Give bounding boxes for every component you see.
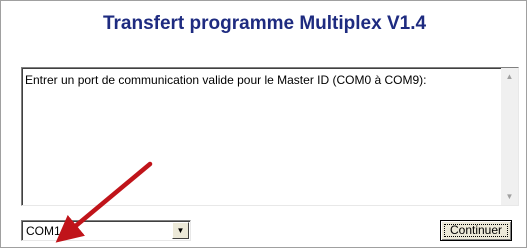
port-select-value: COM1 bbox=[26, 224, 61, 238]
port-select[interactable]: COM1 ▼ bbox=[21, 220, 191, 241]
scroll-up-arrow-icon[interactable]: ▲ bbox=[501, 68, 518, 85]
message-text: Entrer un port de communication valide p… bbox=[25, 73, 427, 87]
app-window: Transfert programme Multiplex V1.4 Entre… bbox=[0, 0, 527, 248]
message-textarea[interactable]: Entrer un port de communication valide p… bbox=[21, 67, 519, 206]
continue-button-label: Continuer bbox=[449, 223, 503, 237]
chevron-down-icon[interactable]: ▼ bbox=[172, 222, 189, 239]
vertical-scrollbar[interactable]: ▲ ▼ bbox=[501, 68, 518, 205]
window-title: Transfert programme Multiplex V1.4 bbox=[102, 13, 427, 34]
scroll-down-arrow-icon[interactable]: ▼ bbox=[501, 188, 518, 205]
continue-button[interactable]: Continuer bbox=[440, 220, 512, 241]
